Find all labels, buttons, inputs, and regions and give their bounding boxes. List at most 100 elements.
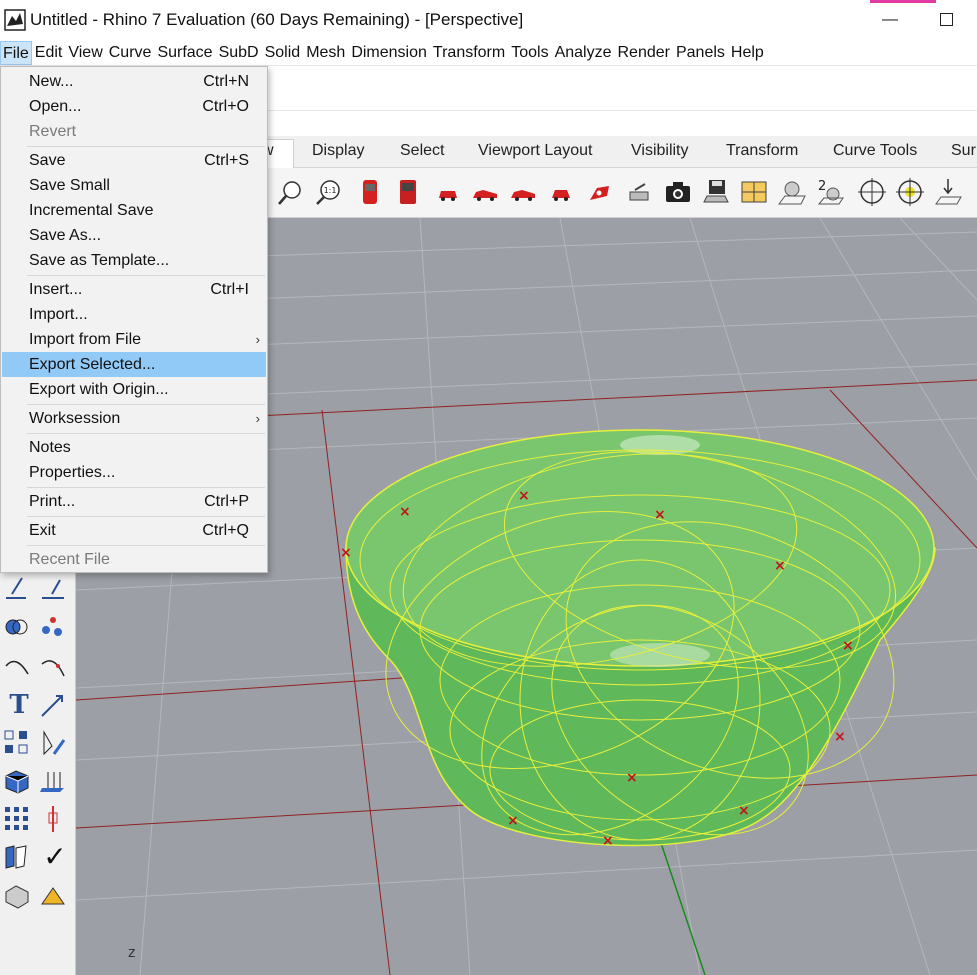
text-tool-icon[interactable]: T [4, 690, 34, 720]
car-rear-icon[interactable] [546, 176, 576, 208]
file-menu-save[interactable]: Save Ctrl+S [2, 148, 266, 173]
menu-surface[interactable]: Surface [154, 41, 215, 65]
rhino-app-icon[interactable] [4, 9, 26, 31]
car-top-icon[interactable] [585, 176, 615, 208]
tab-display[interactable]: Display [312, 142, 364, 160]
file-menu-save-as-template[interactable]: Save as Template... [2, 248, 266, 273]
tab-surface-tools[interactable]: Sur [951, 142, 976, 160]
svg-text:×: × [738, 803, 750, 819]
svg-text:×: × [602, 833, 614, 849]
menu-panels[interactable]: Panels [673, 41, 728, 65]
named-view-icon[interactable] [625, 176, 655, 208]
menu-separator [27, 433, 265, 434]
menu-curve[interactable]: Curve [106, 41, 155, 65]
solid-box-gray-icon[interactable] [2, 880, 32, 910]
tab-visibility[interactable]: Visibility [631, 142, 689, 160]
svg-text:×: × [774, 558, 786, 574]
zoom-icon[interactable] [275, 176, 305, 208]
menu-solid[interactable]: Solid [262, 41, 304, 65]
file-menu-import-from-file[interactable]: Import from File › [2, 327, 266, 352]
file-menu-save-small[interactable]: Save Small [2, 173, 266, 198]
svg-text:×: × [340, 545, 352, 561]
render-material-icon[interactable] [38, 880, 68, 910]
menu-render[interactable]: Render [615, 41, 673, 65]
maximize-button[interactable] [926, 8, 966, 32]
red-phone-icon[interactable] [355, 176, 385, 208]
zoom-1to1-icon[interactable]: 1:1 [313, 176, 343, 208]
menu-separator [27, 545, 265, 546]
file-menu-open[interactable]: Open... Ctrl+O [2, 94, 266, 119]
check-icon[interactable]: ✓ [40, 840, 70, 872]
submenu-arrow-icon: › [255, 411, 260, 426]
car-side-icon[interactable] [470, 176, 500, 208]
menu-mesh[interactable]: Mesh [303, 41, 348, 65]
minimize-button[interactable]: — [870, 8, 910, 32]
menu-bar: File Edit View Curve Surface SubD Solid … [0, 40, 977, 66]
arc-icon[interactable] [2, 652, 32, 682]
extrude-icon[interactable] [38, 766, 68, 796]
car-side-2-icon[interactable] [508, 176, 538, 208]
file-menu-incremental-save[interactable]: Incremental Save [2, 198, 266, 223]
box-solid-icon[interactable] [2, 766, 32, 796]
array-icon[interactable] [2, 728, 32, 758]
camera-icon[interactable] [663, 176, 693, 208]
file-menu-notes[interactable]: Notes [2, 435, 266, 460]
axis-label-z: z [128, 945, 135, 961]
red-bus-icon[interactable] [393, 176, 423, 208]
menu-subd[interactable]: SubD [216, 41, 262, 65]
file-menu-print[interactable]: Print... Ctrl+P [2, 489, 266, 514]
two-views-icon[interactable]: 2 [815, 176, 845, 208]
tab-select[interactable]: Select [400, 142, 444, 160]
leader-icon[interactable] [38, 574, 68, 604]
save-view-icon[interactable] [701, 176, 731, 208]
file-menu-properties[interactable]: Properties... [2, 460, 266, 485]
point-cloud-icon[interactable] [38, 612, 68, 642]
move-icon[interactable] [38, 690, 68, 720]
menu-dimension[interactable]: Dimension [348, 41, 430, 65]
file-menu-dropdown: New... Ctrl+N Open... Ctrl+O Revert Save Ct… [0, 66, 268, 573]
file-menu-insert[interactable]: Insert... Ctrl+I [2, 277, 266, 302]
target-icon[interactable] [857, 176, 887, 208]
file-menu-export-selected[interactable]: Export Selected... [2, 352, 266, 377]
boolean-icon[interactable] [2, 612, 32, 642]
file-menu-worksession[interactable]: Worksession › [2, 406, 266, 431]
file-menu-save-as[interactable]: Save As... [2, 223, 266, 248]
zoom-1to1-label: 1:1 [324, 186, 337, 195]
menu-analyze[interactable]: Analyze [552, 41, 615, 65]
svg-text:×: × [834, 729, 846, 745]
submenu-arrow-icon: › [255, 332, 260, 347]
menu-help[interactable]: Help [728, 41, 767, 65]
svg-text:×: × [399, 504, 411, 520]
svg-text:×: × [507, 813, 519, 829]
file-menu-export-with-origin[interactable]: Export with Origin... [2, 377, 266, 402]
menu-separator [27, 404, 265, 405]
menu-view[interactable]: View [65, 41, 105, 65]
surface-tools-icon[interactable] [2, 842, 32, 872]
menu-file[interactable]: File [0, 40, 32, 65]
svg-text:×: × [626, 770, 638, 786]
file-menu-new[interactable]: New... Ctrl+N [2, 69, 266, 94]
dot-grid-icon[interactable] [2, 804, 32, 834]
car-front-icon[interactable] [433, 176, 463, 208]
gumball-icon[interactable] [38, 804, 68, 834]
sphere-on-plane-icon[interactable] [777, 176, 807, 208]
title-bar: Untitled - Rhino 7 Evaluation (60 Days R… [0, 0, 977, 40]
dimension-icon[interactable] [2, 574, 32, 604]
light-target-icon[interactable] [895, 176, 925, 208]
svg-text:×: × [654, 507, 666, 523]
menu-transform[interactable]: Transform [430, 41, 508, 65]
tab-curve-tools[interactable]: Curve Tools [833, 142, 917, 160]
file-menu-import[interactable]: Import... [2, 302, 266, 327]
file-menu-exit[interactable]: Exit Ctrl+Q [2, 518, 266, 543]
arc-tangent-icon[interactable] [38, 652, 68, 682]
down-arrow-plane-icon[interactable] [933, 176, 963, 208]
menu-separator [27, 146, 265, 147]
mirror-icon[interactable] [38, 728, 68, 758]
two-glyph: 2 [818, 179, 826, 194]
layout-grid-icon[interactable] [739, 176, 769, 208]
menu-tools[interactable]: Tools [508, 41, 551, 65]
tab-viewport-layout[interactable]: Viewport Layout [478, 142, 592, 160]
file-menu-revert: Revert [29, 123, 77, 140]
menu-edit[interactable]: Edit [32, 41, 66, 65]
tab-transform[interactable]: Transform [726, 142, 798, 160]
